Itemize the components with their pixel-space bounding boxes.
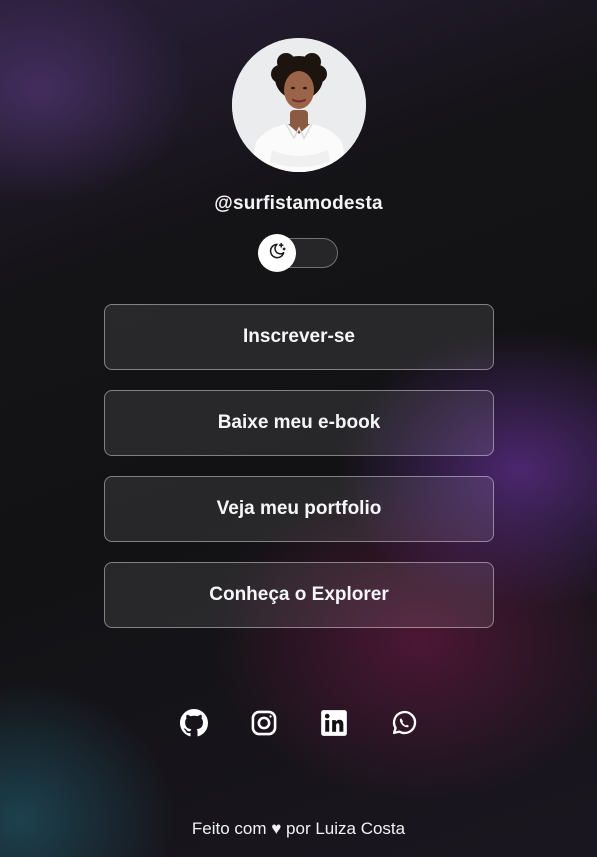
link-button-explorer[interactable]: Conheça o Explorer [104, 562, 494, 628]
linkedin-icon[interactable] [320, 709, 348, 737]
moon-stars-icon [267, 241, 287, 266]
links-list: Inscrever-se Baixe meu e-book Veja meu p… [104, 304, 494, 648]
footer-credit: Feito com ♥ por Luiza Costa [191, 819, 406, 838]
link-button-subscribe[interactable]: Inscrever-se [104, 304, 494, 370]
instagram-icon[interactable] [250, 709, 278, 737]
theme-toggle-knob[interactable] [258, 234, 296, 272]
theme-toggle[interactable] [258, 234, 338, 272]
link-button-ebook[interactable]: Baixe meu e-book [104, 390, 494, 456]
username: @surfistamodesta [214, 193, 383, 214]
avatar [232, 38, 366, 172]
github-icon[interactable] [179, 709, 208, 737]
profile-page: @surfistamodesta Inscrever-se Baixe meu … [0, 0, 597, 857]
whatsapp-icon[interactable] [390, 709, 418, 737]
social-links [0, 709, 597, 737]
link-button-portfolio[interactable]: Veja meu portfolio [104, 476, 494, 542]
